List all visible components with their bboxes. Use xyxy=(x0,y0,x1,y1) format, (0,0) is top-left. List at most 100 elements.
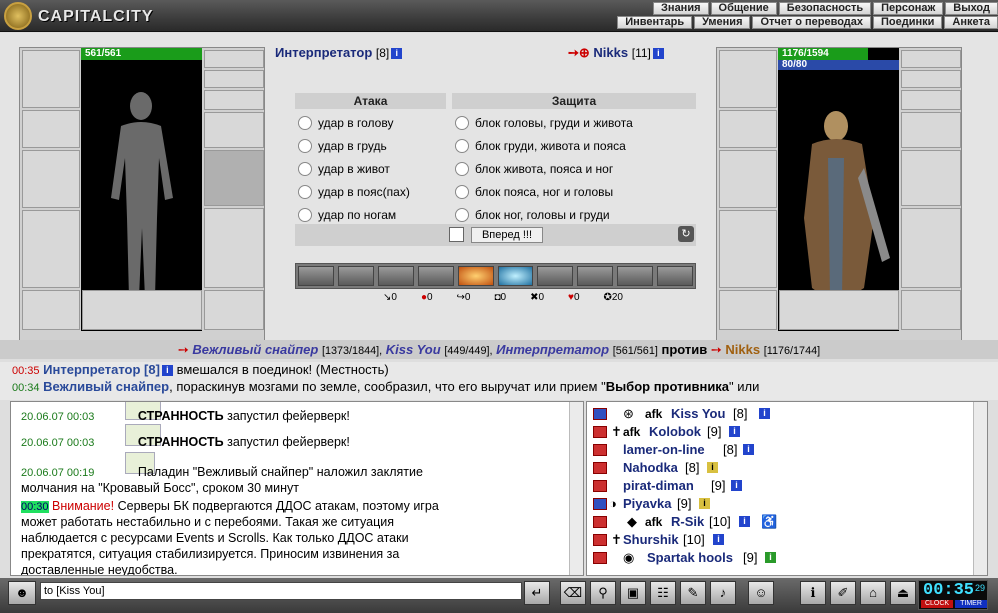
rings-slot[interactable] xyxy=(204,90,264,110)
exit-icon[interactable]: ⏏ xyxy=(890,581,916,605)
participant-hp: [561/561] xyxy=(612,345,658,357)
chat-line: доставленные неудобства. xyxy=(21,563,178,576)
save-icon[interactable]: ▣ xyxy=(620,581,646,605)
gloves-slot[interactable] xyxy=(901,112,961,148)
rings-slot[interactable] xyxy=(901,90,961,110)
boots-slot[interactable] xyxy=(204,290,264,330)
earring-slot[interactable] xyxy=(204,50,264,68)
weapon-slot[interactable] xyxy=(22,150,80,208)
menu-fights[interactable]: Поединки xyxy=(873,16,943,29)
belt-slot[interactable] xyxy=(719,290,777,330)
armor-slot[interactable] xyxy=(22,210,80,288)
menu-character[interactable]: Персонаж xyxy=(873,2,944,15)
clock-label[interactable]: CLOCK xyxy=(921,600,953,608)
left-player-name[interactable]: Интерпретатор [8] i xyxy=(275,45,403,60)
menu-transfer-report[interactable]: Отчет о переводах xyxy=(752,16,872,29)
info-icon[interactable]: i xyxy=(743,444,754,455)
bracers-slot[interactable] xyxy=(719,110,777,148)
online-list-icon[interactable]: ☷ xyxy=(650,581,676,605)
battle-panel: 561/561 Интерпретатор [8] i ➙⊕ Nikks [11]… xyxy=(0,33,998,359)
healer-icon: ♿ xyxy=(761,514,778,529)
legs-slot[interactable] xyxy=(901,208,961,288)
edit-icon[interactable]: ✐ xyxy=(830,581,856,605)
amulet-slot[interactable] xyxy=(901,70,961,88)
rune-slots[interactable] xyxy=(82,290,202,330)
info-icon[interactable]: i xyxy=(161,365,173,377)
trick-slot[interactable] xyxy=(377,266,414,286)
menu-inventory[interactable]: Инвентарь xyxy=(617,16,693,29)
menu-knowledge[interactable]: Знания xyxy=(653,2,709,15)
sound-icon[interactable]: ♪ xyxy=(710,581,736,605)
participant-name[interactable]: Интерпретатор xyxy=(496,342,609,357)
earring-slot[interactable] xyxy=(901,50,961,68)
right-player-name[interactable]: ➙⊕ Nikks [11] i xyxy=(568,45,664,61)
menu-communication[interactable]: Общение xyxy=(710,2,777,15)
gloves-slot[interactable] xyxy=(204,112,264,148)
lock-icon[interactable]: ⌂ xyxy=(860,581,886,605)
trick-slot-active[interactable] xyxy=(457,266,494,286)
rune-slots[interactable] xyxy=(779,290,899,330)
align-icon: ✝ xyxy=(611,532,622,547)
info-icon[interactable]: i xyxy=(739,516,750,527)
emotions-icon[interactable]: ☺ xyxy=(748,581,774,605)
user-list-scrollbar[interactable] xyxy=(973,402,987,575)
trick-slot[interactable] xyxy=(617,266,654,286)
armor-slot[interactable] xyxy=(719,210,777,288)
info-icon[interactable]: i xyxy=(729,426,740,437)
trick-slot[interactable] xyxy=(337,266,374,286)
helmet-slot[interactable] xyxy=(22,50,80,108)
info-icon[interactable]: i xyxy=(707,462,718,473)
trick-slot[interactable] xyxy=(657,266,694,286)
align-icon: ◉ xyxy=(623,550,635,565)
menu-skills[interactable]: Умения xyxy=(694,16,751,29)
filter-icon[interactable]: ⚲ xyxy=(590,581,616,605)
offhand-slot[interactable] xyxy=(901,150,961,206)
chat-scrollbar[interactable] xyxy=(569,402,583,575)
info-icon[interactable]: i xyxy=(765,552,776,563)
legs-slot[interactable] xyxy=(204,208,264,288)
shield-slot[interactable] xyxy=(204,150,264,206)
weapon-slot[interactable] xyxy=(719,150,777,208)
amulet-slot[interactable] xyxy=(204,70,264,88)
message-input[interactable]: to [Kiss You] xyxy=(40,582,522,600)
menu-exit[interactable]: Выход xyxy=(945,2,998,15)
send-icon[interactable]: ↵ xyxy=(524,581,550,605)
timer-label[interactable]: TIMER xyxy=(955,600,987,608)
trick-slot[interactable] xyxy=(577,266,614,286)
align-icon: ◑ xyxy=(609,496,617,511)
info-icon[interactable]: i xyxy=(759,408,770,419)
trick-slot-active[interactable] xyxy=(497,266,534,286)
clan-icon xyxy=(593,534,607,546)
forward-button[interactable]: Вперед !!! xyxy=(471,227,543,243)
log-line: 00:35 Интерпретатор [8] i вмешался в поед… xyxy=(12,362,389,377)
refresh-icon[interactable]: ↻ xyxy=(678,226,694,242)
eraser-icon[interactable]: ⌫ xyxy=(560,581,586,605)
helmet-slot[interactable] xyxy=(719,50,777,108)
info-icon[interactable]: i xyxy=(713,534,724,545)
participant-name[interactable]: Kiss You xyxy=(386,342,441,357)
stat-counter: ✖0 xyxy=(530,292,545,303)
info-icon[interactable]: i xyxy=(391,48,403,60)
left-player-doll: 561/561 xyxy=(19,47,265,345)
bracers-slot[interactable] xyxy=(22,110,80,148)
defense-header: Защита xyxy=(452,93,696,109)
auto-checkbox[interactable] xyxy=(449,227,464,242)
info-icon[interactable]: i xyxy=(652,48,664,60)
trick-slot[interactable] xyxy=(537,266,574,286)
info-panel-icon[interactable]: ℹ xyxy=(800,581,826,605)
smile-icon[interactable]: ☻ xyxy=(8,581,36,605)
menu-profile[interactable]: Анкета xyxy=(944,16,998,29)
chat-panel[interactable]: 20.06.07 00:03 СТРАННОСТЬ запустил фейер… xyxy=(10,401,584,576)
user-list[interactable]: ⊛ afk Kiss You [8] i ✝ afk Kolobok [9] i lamer-o… xyxy=(586,401,988,576)
boots-slot[interactable] xyxy=(901,290,961,330)
trick-slot[interactable] xyxy=(417,266,454,286)
belt-slot[interactable] xyxy=(22,290,80,330)
participant-name[interactable]: Вежливый снайпер xyxy=(192,342,318,357)
info-icon[interactable]: i xyxy=(731,480,742,491)
right-player-body: 1176/1594 80/80 xyxy=(778,48,899,331)
private-icon[interactable]: ✎ xyxy=(680,581,706,605)
menu-security[interactable]: Безопасность xyxy=(778,2,872,15)
trick-slot[interactable] xyxy=(298,266,334,286)
info-icon[interactable]: i xyxy=(699,498,710,509)
participant-name[interactable]: Nikks xyxy=(725,342,760,357)
